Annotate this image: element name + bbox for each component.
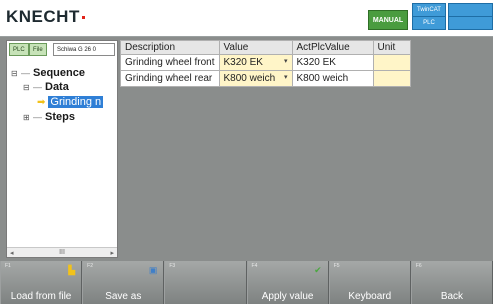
fkey-label: Apply value xyxy=(261,291,314,302)
status-box xyxy=(448,3,493,30)
value-dropdown[interactable]: K800 weich ▾ xyxy=(218,70,293,87)
collapse-icon[interactable]: ⊟ xyxy=(11,69,21,78)
fkey-number: F1 xyxy=(5,263,11,269)
dropdown-arrow-icon[interactable]: ▾ xyxy=(284,73,288,81)
fkey-number: F3 xyxy=(169,263,176,269)
fkey-label: Save as xyxy=(105,291,142,302)
column-header-value: Value xyxy=(218,40,293,55)
cell-actplcvalue: K800 weich xyxy=(291,70,374,87)
dropdown-arrow-icon[interactable]: ▾ xyxy=(284,57,288,65)
fkey-label: Load from file xyxy=(10,291,72,302)
cell-unit xyxy=(372,54,411,71)
f4-apply-value-button[interactable]: F4 ✔ Apply value xyxy=(246,261,329,304)
tree-node-steps[interactable]: ⊞ — Steps xyxy=(23,111,75,123)
parameter-grid: Description Value ActPlcValue Unit Grind… xyxy=(120,40,493,258)
fkey-number: F4 xyxy=(251,263,258,269)
horizontal-scrollbar[interactable]: ◂ III ▸ xyxy=(7,247,117,257)
f1-load-from-file-button[interactable]: F1 ▙ Load from file xyxy=(0,261,83,304)
plc-button[interactable]: PLC xyxy=(9,43,29,56)
tree-node-grinding[interactable]: ➡ Grinding n xyxy=(37,96,104,108)
scroll-left-icon[interactable]: ◂ xyxy=(10,249,14,257)
fkey-number: F6 xyxy=(415,263,422,269)
value-text: K320 EK xyxy=(223,57,263,68)
header-bar: KNECHT MANUAL TwinCAT PLC xyxy=(0,0,493,37)
fkey-number: F2 xyxy=(87,263,94,269)
f3-button[interactable]: F3 xyxy=(164,261,247,304)
save-icon: ▣ xyxy=(148,265,158,275)
column-header-unit: Unit xyxy=(372,40,411,55)
f2-save-as-button[interactable]: F2 ▣ Save as xyxy=(82,261,165,304)
cell-unit xyxy=(372,70,411,87)
table-row[interactable]: Grinding wheel front K320 EK ▾ K320 EK xyxy=(120,54,411,71)
fkey-label: Back xyxy=(440,291,464,302)
table-header-row: Description Value ActPlcValue Unit xyxy=(120,40,411,55)
value-text: K800 weich xyxy=(223,73,276,84)
checkmark-icon: ✔ xyxy=(314,265,322,275)
f6-back-button[interactable]: F6 Back xyxy=(410,261,493,304)
arrow-right-icon: ➡ xyxy=(37,96,46,108)
sidebar-panel: PLC File Schiwa G 26 0 ⊟ — Sequence ⊟ — … xyxy=(6,40,118,258)
machine-select[interactable]: Schiwa G 26 0 xyxy=(53,43,115,56)
function-key-bar: F1 ▙ Load from file F2 ▣ Save as F3 F4 ✔… xyxy=(0,261,493,304)
fkey-number: F5 xyxy=(333,263,340,269)
expand-icon[interactable]: ⊞ xyxy=(23,113,33,122)
parameter-table: Description Value ActPlcValue Unit Grind… xyxy=(120,40,411,87)
cell-description: Grinding wheel rear xyxy=(120,70,220,87)
cell-description: Grinding wheel front xyxy=(120,54,220,71)
tree-node-sequence[interactable]: ⊟ — Sequence xyxy=(11,67,85,79)
column-header-actplcvalue: ActPlcValue xyxy=(291,40,374,55)
value-dropdown[interactable]: K320 EK ▾ xyxy=(218,54,293,71)
tree-label-sequence: Sequence xyxy=(33,67,85,79)
cell-actplcvalue: K320 EK xyxy=(291,54,374,71)
knecht-logo: KNECHT xyxy=(6,7,85,27)
tree-label-grinding: Grinding n xyxy=(48,96,104,108)
tree-node-data[interactable]: ⊟ — Data xyxy=(23,81,69,93)
f5-keyboard-button[interactable]: F5 Keyboard xyxy=(328,261,411,304)
twincat-status: TwinCAT PLC xyxy=(412,3,446,30)
fkey-label: Keyboard xyxy=(348,291,392,302)
table-row[interactable]: Grinding wheel rear K800 weich ▾ K800 wei… xyxy=(120,70,411,87)
tree-label-steps: Steps xyxy=(45,111,75,123)
twincat-plc-label: PLC xyxy=(413,16,445,29)
column-header-description: Description xyxy=(120,40,220,55)
document-icon: ▙ xyxy=(68,265,76,275)
collapse-icon[interactable]: ⊟ xyxy=(23,83,33,92)
scroll-right-icon[interactable]: ▸ xyxy=(110,249,114,257)
scroll-thumb[interactable]: III xyxy=(59,249,65,256)
mode-indicator: MANUAL xyxy=(368,10,408,30)
tree-label-data: Data xyxy=(45,81,69,93)
twincat-label: TwinCAT xyxy=(417,7,441,13)
file-button[interactable]: File xyxy=(29,43,47,56)
